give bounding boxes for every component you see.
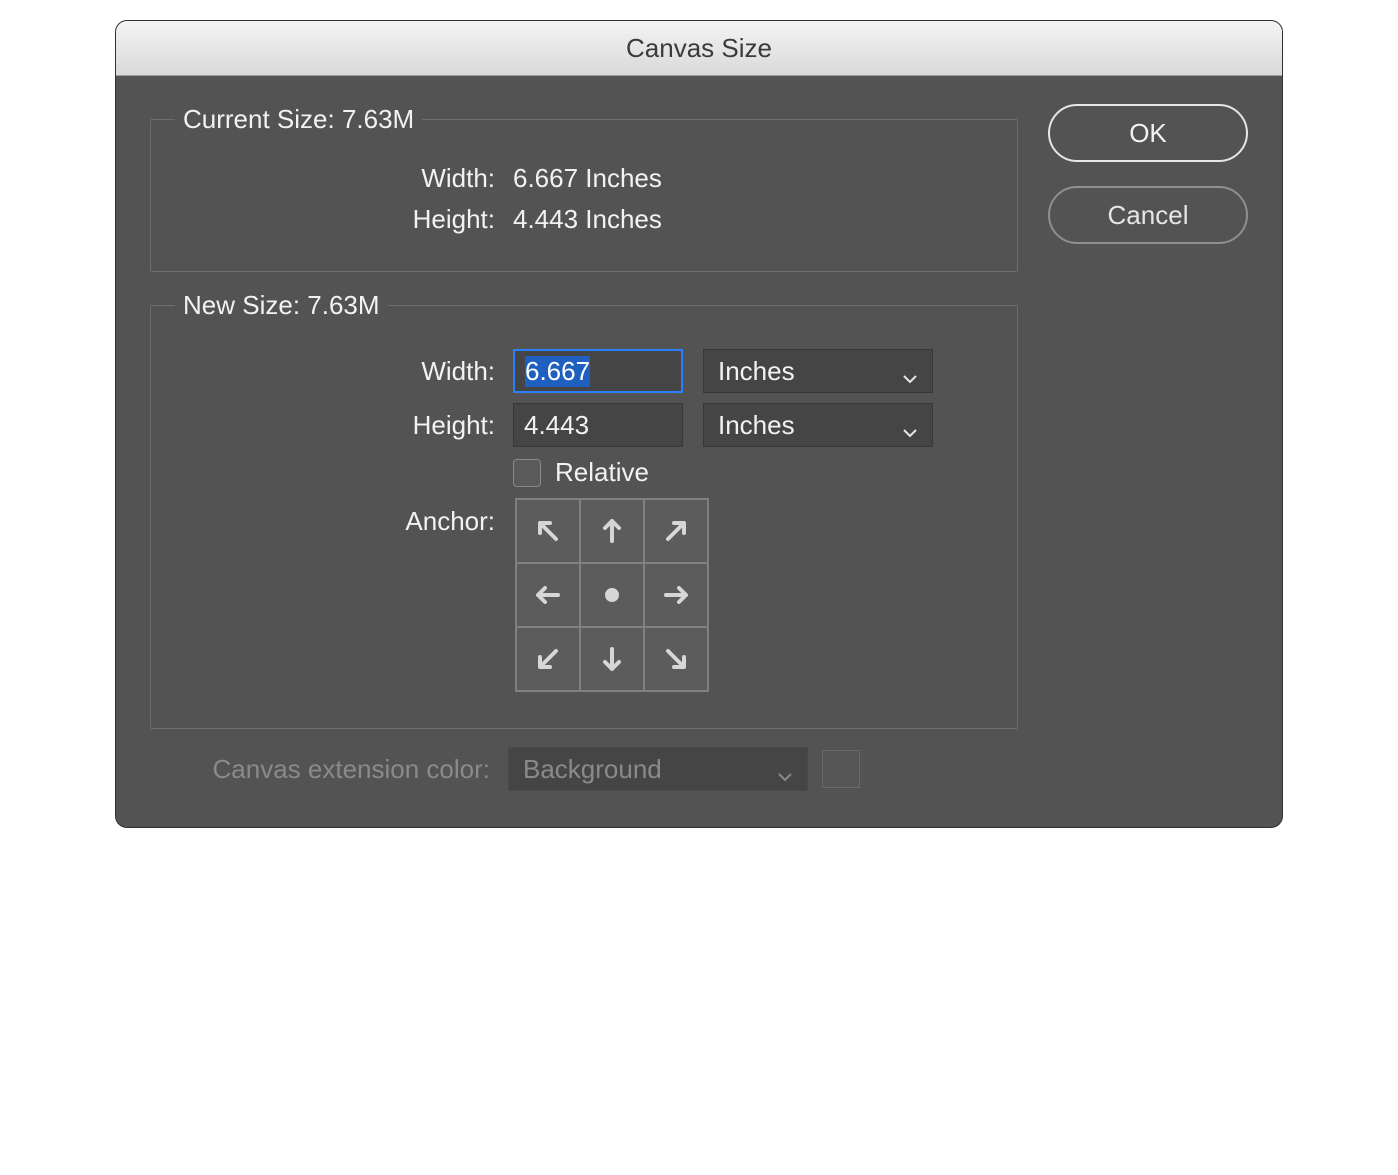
current-height-label: Height:: [175, 204, 513, 235]
relative-label: Relative: [555, 457, 649, 488]
anchor-sw[interactable]: [516, 627, 580, 691]
anchor-ne[interactable]: [644, 499, 708, 563]
canvas-size-dialog: Canvas Size Current Size: 7.63M Width: 6…: [115, 20, 1283, 828]
width-input[interactable]: [513, 349, 683, 393]
anchor-grid: [515, 498, 709, 692]
anchor-label: Anchor:: [175, 498, 513, 537]
new-size-group: New Size: 7.63M Width: Inches Height:: [150, 290, 1018, 729]
current-width-value: 6.667 Inches: [513, 163, 662, 194]
current-size-legend: Current Size: 7.63M: [175, 104, 422, 135]
width-unit-select[interactable]: Inches: [703, 349, 933, 393]
current-size-group: Current Size: 7.63M Width: 6.667 Inches …: [150, 104, 1018, 272]
extension-color-row: Canvas extension color: Background: [150, 747, 1018, 791]
chevron-down-icon: [902, 363, 918, 379]
new-height-label: Height:: [175, 410, 513, 441]
anchor-w[interactable]: [516, 563, 580, 627]
anchor-n[interactable]: [580, 499, 644, 563]
height-input[interactable]: [513, 403, 683, 447]
height-unit-value: Inches: [718, 410, 795, 441]
anchor-se[interactable]: [644, 627, 708, 691]
extension-color-label: Canvas extension color:: [150, 754, 508, 785]
height-unit-select[interactable]: Inches: [703, 403, 933, 447]
width-unit-value: Inches: [718, 356, 795, 387]
extension-color-select[interactable]: Background: [508, 747, 808, 791]
dot-icon: [605, 588, 619, 602]
cancel-button[interactable]: Cancel: [1048, 186, 1248, 244]
anchor-center[interactable]: [580, 563, 644, 627]
extension-color-swatch[interactable]: [822, 750, 860, 788]
relative-checkbox[interactable]: [513, 459, 541, 487]
chevron-down-icon: [902, 417, 918, 433]
ok-button[interactable]: OK: [1048, 104, 1248, 162]
extension-color-value: Background: [523, 754, 662, 785]
anchor-s[interactable]: [580, 627, 644, 691]
anchor-nw[interactable]: [516, 499, 580, 563]
new-size-legend: New Size: 7.63M: [175, 290, 388, 321]
new-width-label: Width:: [175, 356, 513, 387]
chevron-down-icon: [777, 761, 793, 777]
current-height-value: 4.443 Inches: [513, 204, 662, 235]
anchor-e[interactable]: [644, 563, 708, 627]
dialog-title: Canvas Size: [116, 21, 1282, 76]
current-width-label: Width:: [175, 163, 513, 194]
